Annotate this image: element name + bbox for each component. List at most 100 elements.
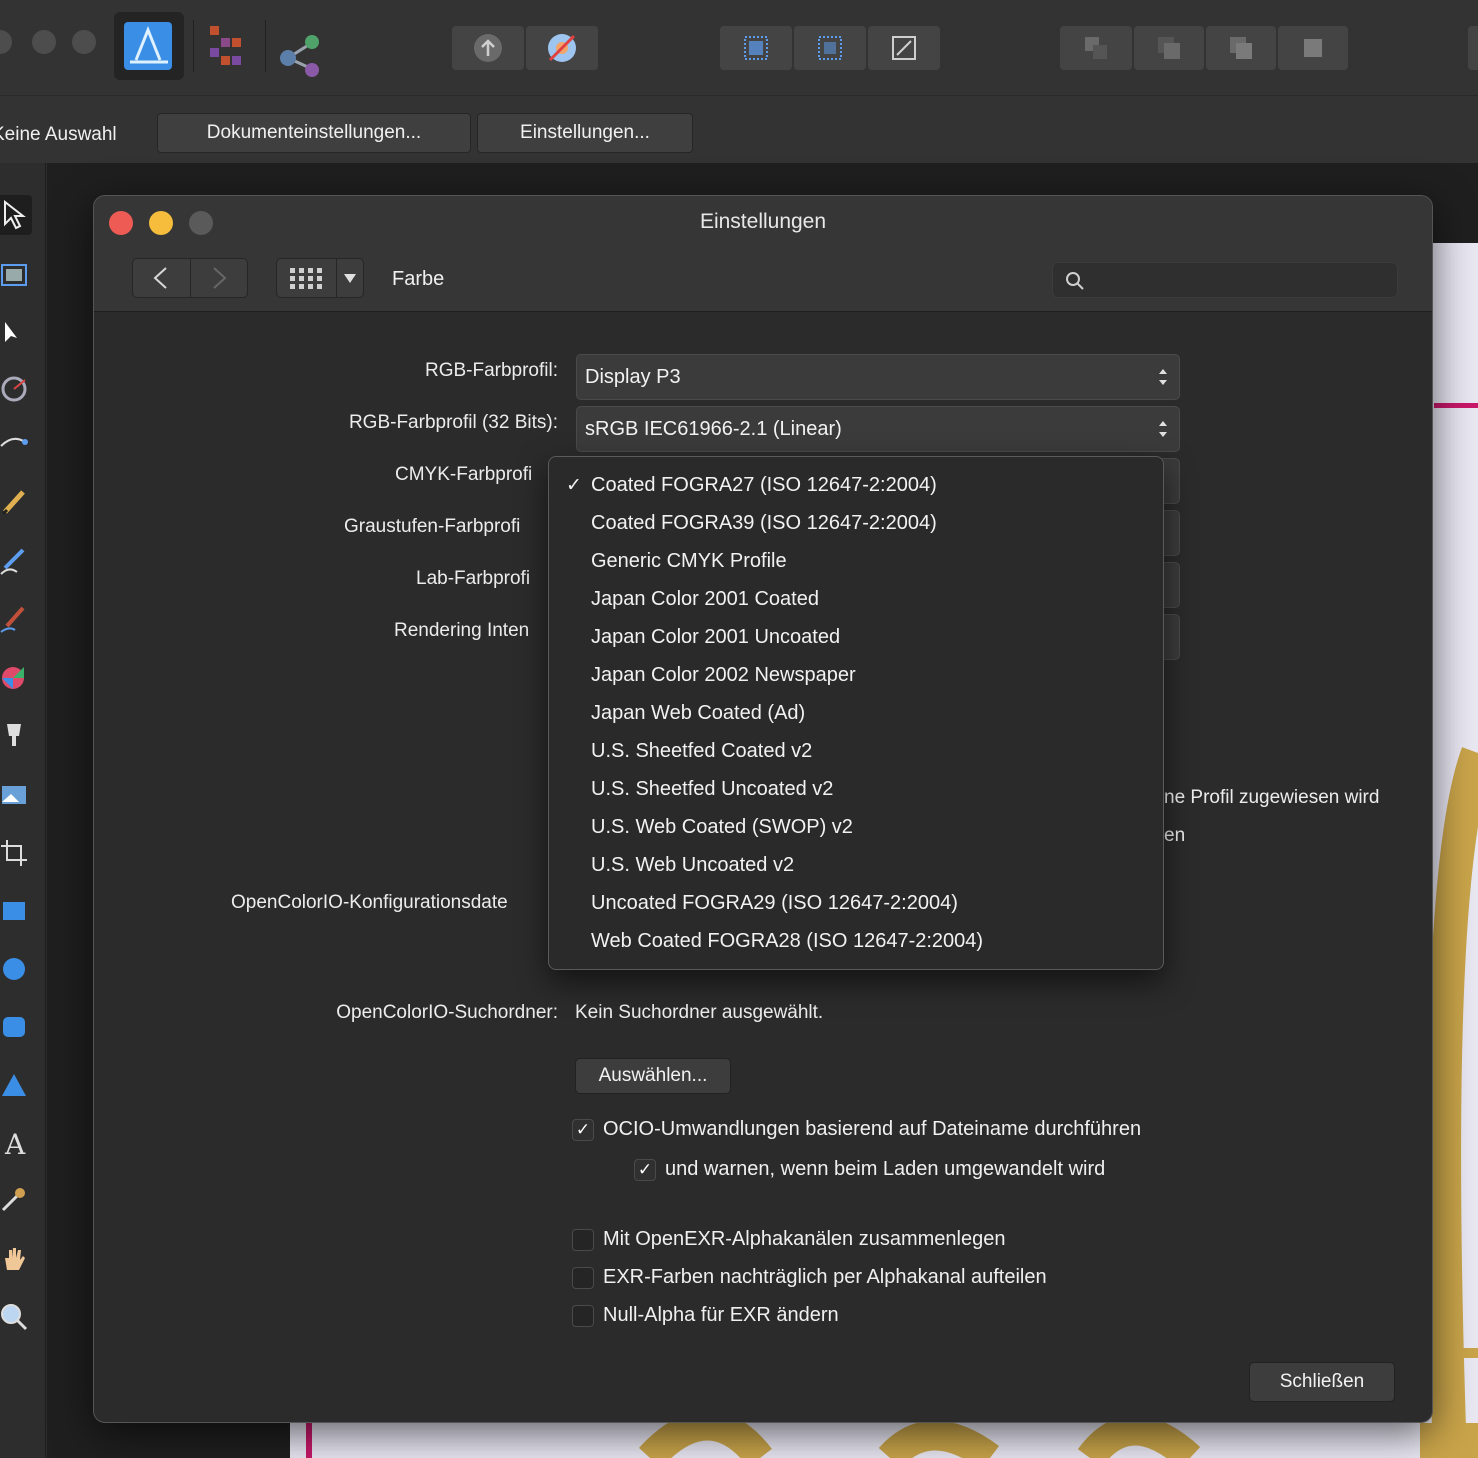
corner-tool-icon[interactable] [0, 369, 34, 409]
close-button[interactable]: Schließen [1249, 1362, 1395, 1402]
window-zoom-light[interactable] [72, 30, 96, 54]
menu-item-coated-fogra27[interactable]: ✓ Coated FOGRA27 (ISO 12647-2:2004) [549, 466, 1163, 504]
exr-alpha-merge-checkbox[interactable] [572, 1228, 594, 1251]
ocio-filename-row[interactable]: ✓ OCIO-Umwandlungen basierend auf Datein… [572, 1118, 1141, 1141]
rgb-profile-value: Display P3 [585, 365, 681, 388]
ocio-filename-checkbox[interactable]: ✓ [572, 1118, 594, 1141]
arrange-forward-icon[interactable] [1206, 26, 1276, 70]
menu-item-label: Coated FOGRA39 (ISO 12647-2:2004) [591, 511, 937, 534]
dialog-titlebar: Einstellungen Farbe [94, 196, 1432, 312]
rounded-rectangle-tool-icon[interactable] [0, 1007, 34, 1047]
menu-item-japan-web-coated[interactable]: Japan Web Coated (Ad) [549, 694, 1163, 732]
exr-unpremultiply-checkbox[interactable] [572, 1266, 594, 1289]
triangle-tool-icon[interactable] [0, 1065, 34, 1105]
search-icon [1066, 272, 1084, 290]
section-title: Farbe [392, 268, 445, 290]
caret-down-icon[interactable] [335, 259, 363, 297]
selection-grid-icon[interactable] [794, 26, 866, 70]
exr-null-alpha-row[interactable]: Null-Alpha für EXR ändern [572, 1304, 839, 1327]
crop-tool-icon[interactable] [0, 833, 34, 873]
svg-text:A: A [4, 1128, 26, 1158]
paint-brush-icon[interactable] [0, 599, 34, 639]
rgb-profile-32-popup[interactable]: sRGB IEC61966-2.1 (Linear) [576, 406, 1180, 452]
window-minimize-light[interactable] [32, 30, 56, 54]
updown-arrows-icon [1159, 421, 1167, 437]
pen-tool-icon[interactable] [0, 423, 34, 463]
exr-unpremultiply-label: EXR-Farben nachträglich per Alphakanal a… [603, 1266, 1047, 1288]
transform-icon[interactable] [868, 26, 940, 70]
menu-item-uncoated-fogra29[interactable]: Uncoated FOGRA29 (ISO 12647-2:2004) [549, 884, 1163, 922]
zoom-tool-icon[interactable] [0, 1297, 34, 1337]
ocio-search-value: Kein Suchordner ausgewählt. [575, 1002, 824, 1023]
pixel-persona-icon[interactable] [196, 12, 266, 80]
hand-tool-icon[interactable] [0, 1239, 34, 1279]
cmyk-profile-label: CMYK-Farbprofi [395, 464, 533, 485]
artboard-tool-icon[interactable] [0, 255, 34, 295]
arrange-backward-icon[interactable] [1134, 26, 1204, 70]
lab-profile-label: Lab-Farbprofi [416, 568, 531, 589]
pencil-tool-icon[interactable] [0, 481, 34, 521]
exr-null-alpha-checkbox[interactable] [572, 1304, 594, 1327]
rgb-profile-popup[interactable]: Display P3 [576, 354, 1180, 400]
menu-item-coated-fogra39[interactable]: Coated FOGRA39 (ISO 12647-2:2004) [549, 504, 1163, 542]
dialog-title: Einstellungen [699, 210, 827, 233]
back-button[interactable] [133, 259, 190, 297]
menu-item-label: U.S. Sheetfed Coated v2 [591, 739, 813, 762]
menu-item-label: U.S. Web Uncoated v2 [591, 853, 795, 876]
warn-on-load-checkbox[interactable]: ✓ [634, 1158, 656, 1181]
vector-brush-icon[interactable] [0, 541, 34, 581]
partial-option-text: en [1164, 825, 1186, 846]
search-field[interactable] [1052, 262, 1398, 298]
fill-tool-icon[interactable] [0, 657, 34, 697]
warn-on-load-row[interactable]: ✓ und warnen, wenn beim Laden umgewandel… [634, 1158, 1105, 1181]
menu-item-us-sheetfed-coated[interactable]: U.S. Sheetfed Coated v2 [549, 732, 1163, 770]
menu-item-us-web-coated-swop[interactable]: U.S. Web Coated (SWOP) v2 [549, 808, 1163, 846]
menu-item-us-sheetfed-uncoated[interactable]: U.S. Sheetfed Uncoated v2 [549, 770, 1163, 808]
toolbar-overflow-button[interactable] [1468, 26, 1478, 70]
color-flower-icon[interactable] [526, 26, 598, 70]
export-persona-icon[interactable] [266, 12, 336, 80]
warn-on-load-label: und warnen, wenn beim Laden umgewandelt … [665, 1158, 1106, 1180]
place-image-icon[interactable] [0, 775, 34, 815]
choose-folder-button[interactable]: Auswählen... [575, 1058, 731, 1094]
exr-unpremultiply-row[interactable]: EXR-Farben nachträglich per Alphakanal a… [572, 1266, 1047, 1289]
text-tool-icon[interactable]: A [0, 1123, 34, 1163]
updown-arrows-icon [1159, 369, 1167, 385]
menu-item-label: U.S. Web Coated (SWOP) v2 [591, 815, 853, 838]
move-tool-icon[interactable] [0, 195, 32, 235]
menu-item-generic-cmyk[interactable]: Generic CMYK Profile [549, 542, 1163, 580]
grayscale-profile-label: Graustufen-Farbprofi [344, 516, 521, 537]
menu-item-label: Uncoated FOGRA29 (ISO 12647-2:2004) [591, 891, 958, 914]
ellipse-tool-icon[interactable] [0, 949, 34, 989]
grid-icon[interactable] [277, 259, 336, 297]
forward-button[interactable] [189, 259, 248, 297]
rectangle-tool-icon[interactable] [0, 891, 34, 931]
chevron-left-icon [153, 267, 167, 289]
designer-persona-icon[interactable] [114, 12, 184, 80]
tools-panel: A [0, 163, 46, 1458]
menu-item-japan-2002-newspaper[interactable]: Japan Color 2002 Newspaper [549, 656, 1163, 694]
settings-button[interactable]: Einstellungen... [477, 113, 693, 153]
show-all-control[interactable] [276, 258, 364, 298]
menu-item-japan-2001-coated[interactable]: Japan Color 2001 Coated [549, 580, 1163, 618]
cmyk-profile-menu: ✓ Coated FOGRA27 (ISO 12647-2:2004) Coate… [548, 456, 1164, 970]
exr-alpha-merge-row[interactable]: Mit OpenEXR-Alphakanälen zusammenlegen [572, 1228, 1005, 1251]
pixel-grid-icon[interactable] [720, 26, 792, 70]
transparency-tool-icon[interactable] [0, 715, 34, 755]
menu-item-web-coated-fogra28[interactable]: Web Coated FOGRA28 (ISO 12647-2:2004) [549, 922, 1163, 960]
arrange-back-icon[interactable] [1060, 26, 1132, 70]
node-tool-icon[interactable] [0, 313, 34, 353]
rgb-profile-32-value: sRGB IEC61966-2.1 (Linear) [585, 417, 842, 440]
exr-null-alpha-label: Null-Alpha für EXR ändern [603, 1304, 839, 1326]
snapping-button-group [720, 26, 940, 70]
selection-status: Keine Auswahl [0, 124, 117, 145]
ocio-config-label: OpenColorIO-Konfigurationsdate [231, 892, 508, 913]
window-close-light[interactable] [0, 30, 12, 54]
upload-flower-icon[interactable] [452, 26, 524, 70]
document-settings-button[interactable]: Dokumenteinstellungen... [157, 113, 471, 153]
menu-item-label: Coated FOGRA27 (ISO 12647-2:2004) [591, 473, 937, 496]
arrange-front-icon[interactable] [1278, 26, 1348, 70]
menu-item-japan-2001-uncoated[interactable]: Japan Color 2001 Uncoated [549, 618, 1163, 656]
menu-item-us-web-uncoated[interactable]: U.S. Web Uncoated v2 [549, 846, 1163, 884]
color-picker-icon[interactable] [0, 1179, 34, 1219]
